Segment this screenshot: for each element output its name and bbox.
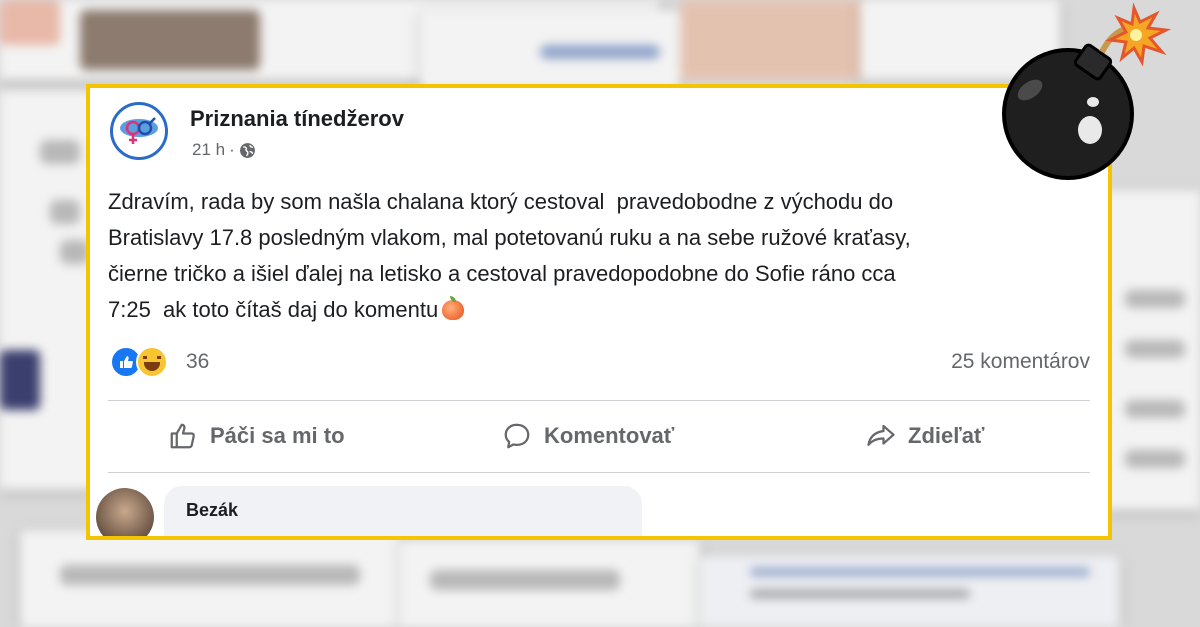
comment-bubble: Bezák [164,486,642,536]
reaction-count: 36 [186,350,210,373]
page-avatar[interactable] [110,102,168,160]
thumbs-up-icon [170,423,195,449]
reaction-summary[interactable]: 36 [110,346,209,378]
commenter-avatar[interactable] [96,488,154,536]
page-logo-icon [120,117,158,144]
post-body: Zdravím, rada by som našla chalana ktorý… [108,189,911,322]
post-time[interactable]: 21 h [192,140,225,160]
bomb-icon [1002,2,1172,180]
share-button[interactable]: Zdieľať [866,414,984,458]
comment-label: Komentovať [544,423,675,448]
share-arrow-icon [867,424,895,446]
divider [108,400,1090,401]
meta-separator: · [229,140,235,159]
haha-icon [136,346,168,378]
globe-icon [239,142,255,158]
peach-icon [442,296,465,320]
post-meta: 21 h · [192,140,256,160]
share-label: Zdieľať [908,423,985,448]
divider [108,472,1090,473]
comment-author[interactable]: Bezák [186,500,238,521]
post-text: Zdravím, rada by som našla chalana ktorý… [108,184,1098,328]
comments-count[interactable]: 25 komentárov [951,350,1090,374]
like-label: Páči sa mi to [210,423,345,448]
comment-icon [504,423,530,449]
like-button[interactable]: Páči sa mi to [168,414,345,458]
comment-button[interactable]: Komentovať [502,414,674,458]
facebook-post: Priznania tínedžerov 21 h · Zdravím, rad… [86,84,1112,540]
page-name[interactable]: Priznania tínedžerov [190,106,404,132]
